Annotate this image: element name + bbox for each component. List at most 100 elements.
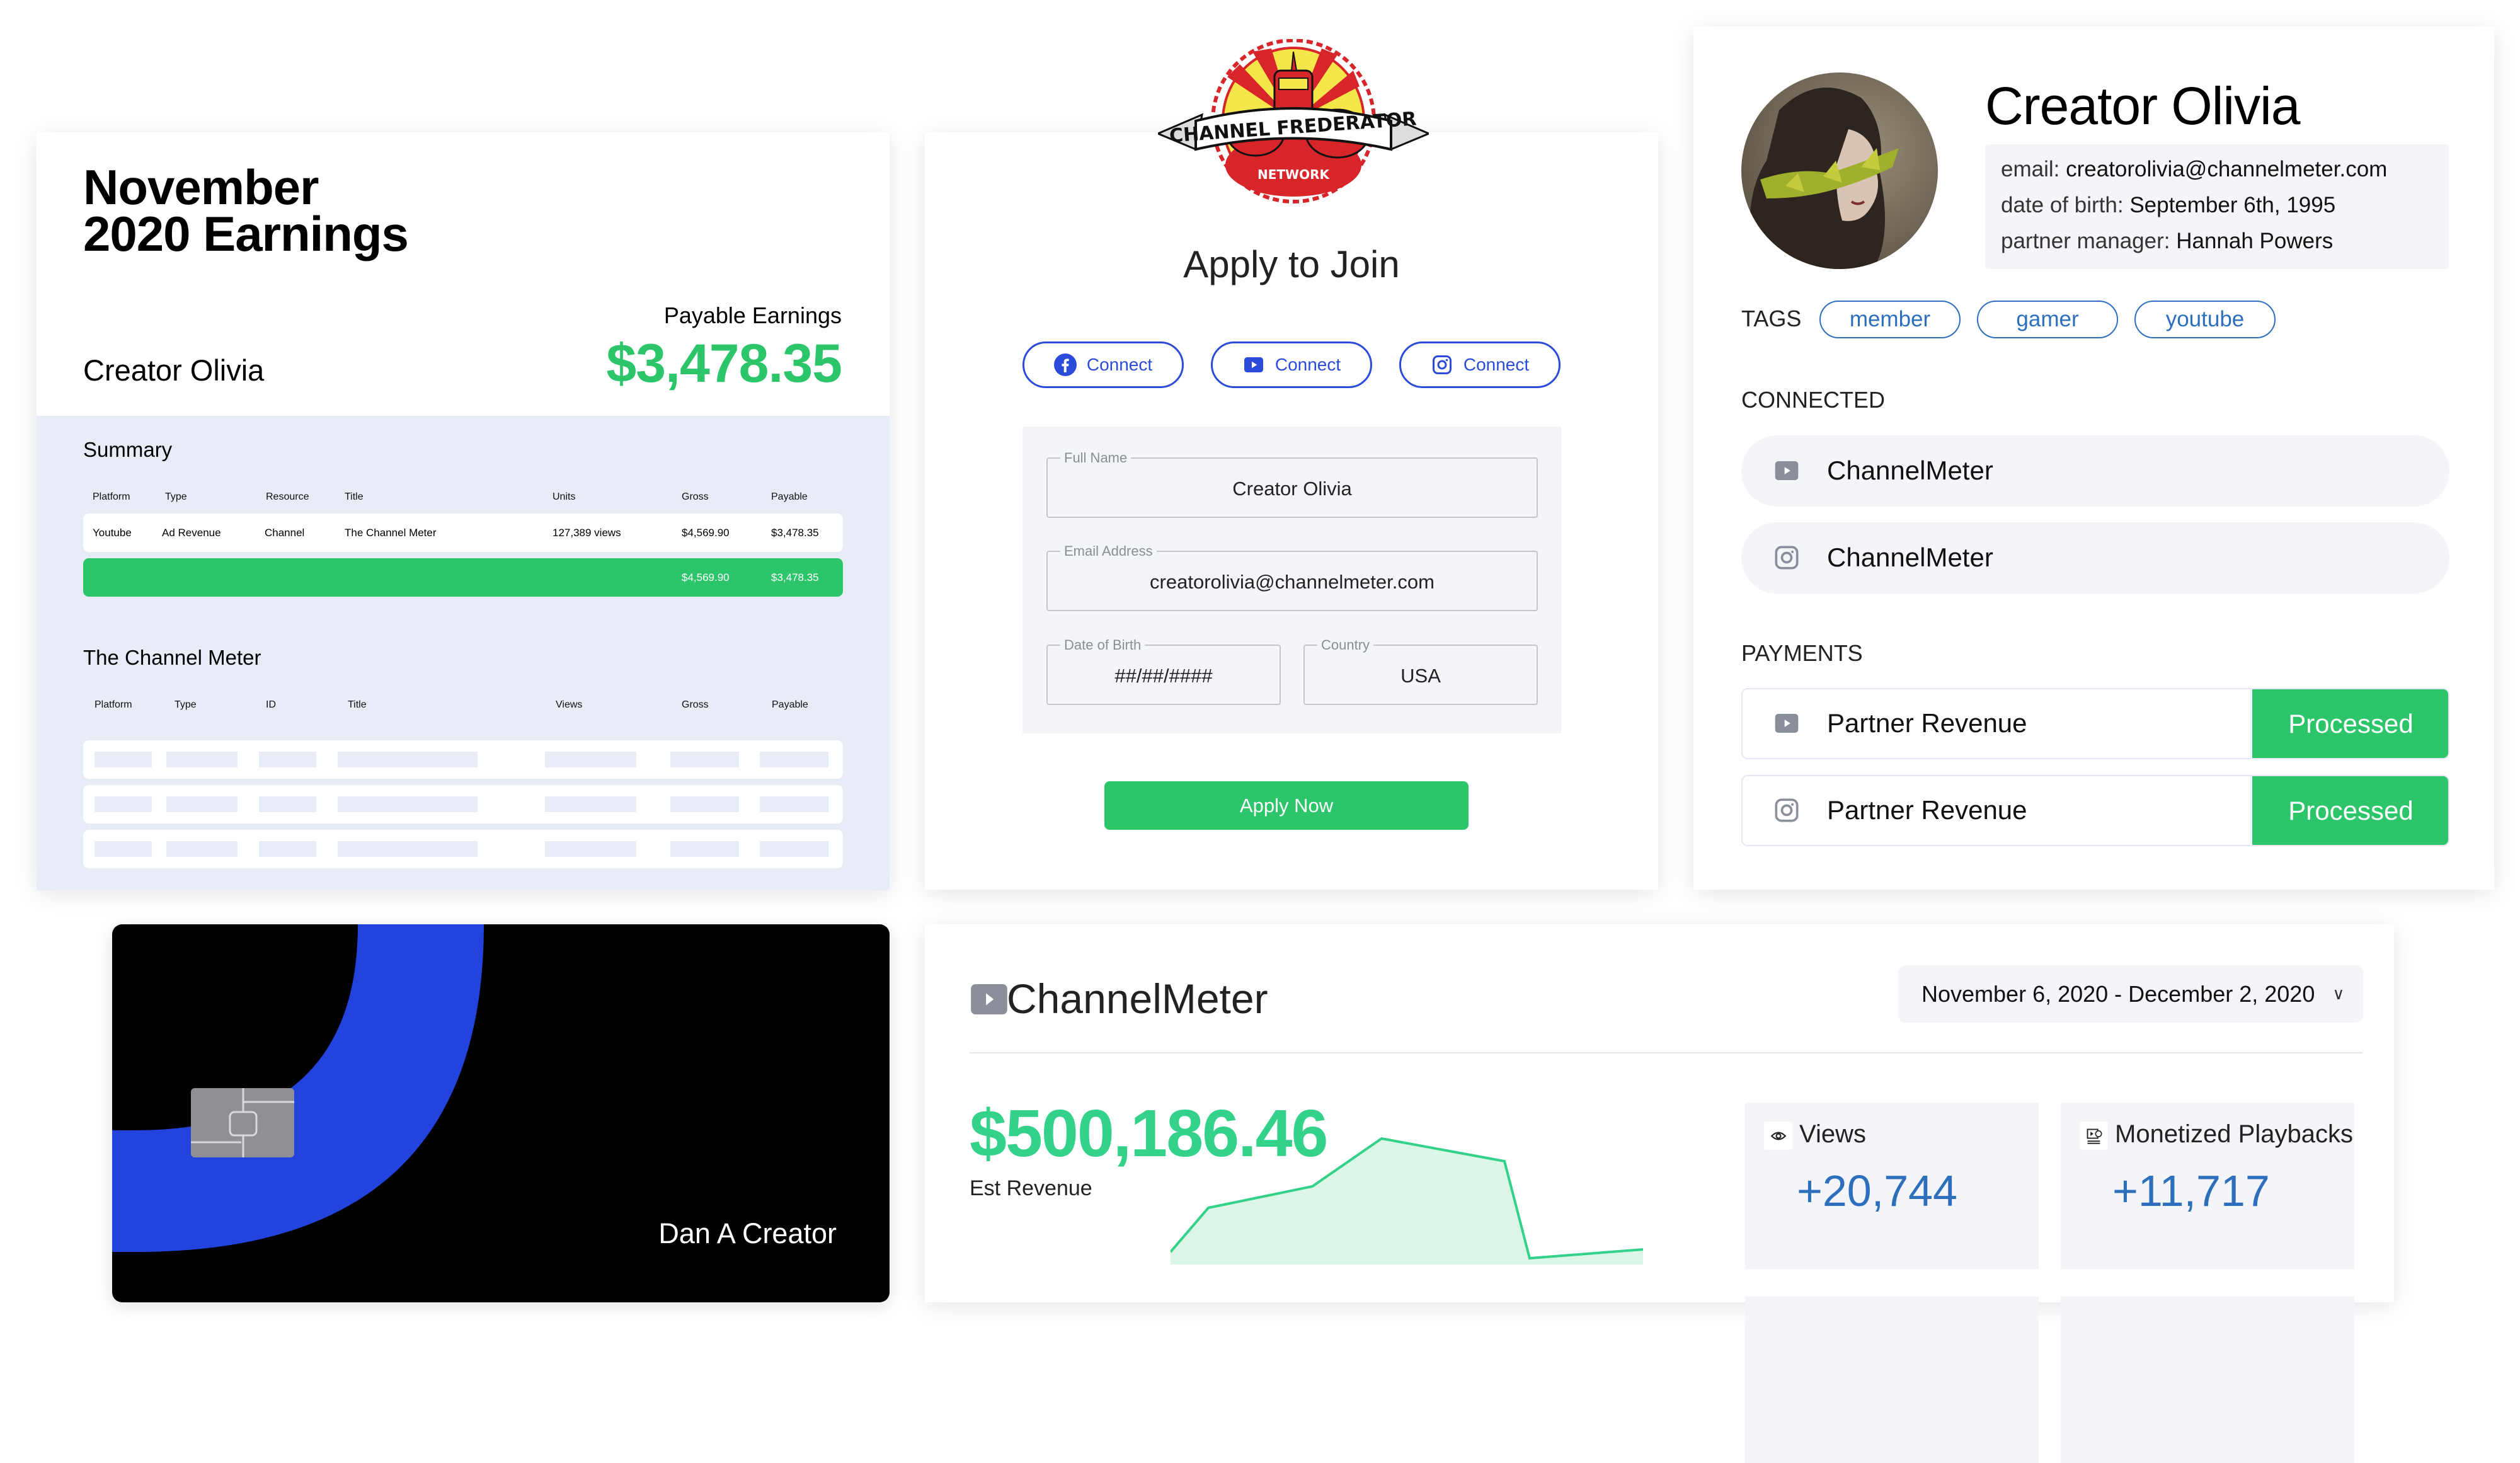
profile-info-box: email: creatorolivia@channelmeter.com da…	[1985, 144, 2449, 269]
tag-gamer[interactable]: gamer	[1977, 301, 2118, 338]
channel-table-row[interactable]	[83, 785, 843, 823]
eye-icon	[1764, 1122, 1792, 1150]
channel-column-header: Payable	[772, 699, 808, 710]
apply-heading: Apply to Join	[1183, 243, 1400, 285]
stat-value: +20,744	[1797, 1166, 1957, 1215]
loading-placeholder	[94, 752, 152, 767]
profile-email-label: email:	[2001, 157, 2060, 181]
profile-dob: September 6th, 1995	[2129, 193, 2336, 217]
connected-account-youtube[interactable]: ChannelMeter	[1741, 435, 2449, 507]
channelmeter-analytics-card: ChannelMeter November 6, 2020 - December…	[925, 924, 2394, 1463]
payment-name: Partner Revenue	[1827, 708, 2027, 738]
email-value: creatorolivia@channelmeter.com	[1150, 571, 1435, 593]
summary-column-header: Type	[165, 491, 187, 502]
tag-member[interactable]: member	[1819, 301, 1961, 338]
profile-manager-line: partner manager: Hannah Powers	[2001, 229, 2333, 254]
payment-row-youtube[interactable]: Partner Revenue Processed	[1741, 688, 2449, 759]
channel-title: ChannelMeter	[1007, 975, 1268, 1022]
full-name-field[interactable]: Full Name Creator Olivia	[1046, 450, 1538, 518]
chevron-down-icon: ∨	[2332, 984, 2345, 1003]
stat-card-4	[2061, 1297, 2354, 1463]
loading-placeholder	[545, 841, 636, 857]
loading-placeholder	[760, 841, 828, 857]
creator-name: Creator Olivia	[83, 353, 265, 387]
connected-account-name: ChannelMeter	[1827, 542, 1993, 572]
payment-status-badge: Processed	[2252, 689, 2448, 758]
connect-instagram-label: Connect	[1463, 355, 1530, 374]
loading-placeholder	[760, 796, 828, 812]
country-value: USA	[1400, 665, 1441, 687]
date-of-birth-field[interactable]: Date of Birth ##/##/####	[1046, 637, 1281, 705]
channel-column-header: ID	[266, 699, 276, 710]
earnings-title-line2: 2020 Earnings	[83, 206, 409, 261]
channel-table-row[interactable]	[83, 830, 843, 868]
connect-facebook-label: Connect	[1086, 355, 1153, 374]
stat-card-3	[1745, 1297, 2039, 1463]
channel-frederator-logo: CHANNEL FREDERATOR NETWORK	[1158, 39, 1429, 204]
country-label: Country	[1317, 637, 1374, 653]
instagram-icon	[1432, 355, 1452, 374]
profile-email: creatorolivia@channelmeter.com	[2066, 157, 2388, 181]
summary-row[interactable]: Youtube Ad Revenue Channel The Channel Mete…	[83, 513, 843, 552]
date-of-birth-label: Date of Birth	[1060, 637, 1145, 653]
payment-status-badge: Processed	[2252, 776, 2448, 845]
channel-table-row[interactable]	[83, 740, 843, 779]
date-range-dropdown[interactable]: November 6, 2020 - December 2, 2020 ∨	[1898, 965, 2363, 1023]
payments-label: PAYMENTS	[1741, 640, 1863, 666]
payment-row-instagram[interactable]: Partner Revenue Processed	[1741, 775, 2449, 846]
summary-cell: Ad Revenue	[162, 527, 221, 539]
summary-column-header: Gross	[682, 491, 709, 502]
stat-value: +11,717	[2112, 1166, 2270, 1215]
youtube-icon	[1775, 461, 1799, 480]
loading-placeholder	[166, 796, 238, 812]
loading-placeholder	[166, 752, 238, 767]
payable-earnings-value: $3,478.35	[606, 333, 842, 394]
youtube-icon	[1244, 357, 1263, 372]
loading-placeholder	[166, 841, 238, 857]
avatar	[1741, 72, 1938, 269]
earnings-title: November 2020 Earnings	[83, 163, 409, 258]
loading-placeholder	[94, 841, 152, 857]
loading-placeholder	[670, 841, 739, 857]
profile-name: Creator Olivia	[1985, 76, 2300, 135]
loading-placeholder	[670, 752, 739, 767]
channel-column-header: Views	[556, 699, 583, 710]
revenue-area-chart	[1171, 1137, 1643, 1265]
email-field[interactable]: Email Address creatorolivia@channelmeter…	[1046, 543, 1538, 611]
logo-network-text: NETWORK	[1257, 167, 1331, 182]
loading-placeholder	[259, 796, 316, 812]
country-field[interactable]: Country USA	[1303, 637, 1538, 705]
loading-placeholder	[338, 796, 478, 812]
profile-card: Creator Olivia email: creatorolivia@chan…	[1693, 26, 2494, 890]
loading-placeholder	[670, 796, 739, 812]
summary-cell: $3,478.35	[771, 527, 819, 539]
summary-column-header: Units	[553, 491, 576, 502]
tag-youtube[interactable]: youtube	[2134, 301, 2276, 338]
summary-cell: Youtube	[93, 527, 132, 539]
channel-column-header: Title	[348, 699, 367, 710]
header-divider	[970, 1052, 2362, 1053]
payment-card: Dan A Creator	[112, 924, 890, 1302]
apply-now-button[interactable]: Apply Now	[1104, 781, 1469, 830]
summary-title: Summary	[83, 438, 173, 461]
connected-account-instagram[interactable]: ChannelMeter	[1741, 522, 2449, 594]
card-holder-name: Dan A Creator	[658, 1217, 837, 1249]
est-revenue-label: Est Revenue	[970, 1176, 1092, 1200]
apply-card: Apply to Join Connect Connect Connect Fu…	[925, 132, 1658, 890]
channel-column-header: Gross	[682, 699, 709, 710]
earnings-details: Summary Platform Type Resource Title Units Gr…	[37, 416, 890, 890]
channel-table-title: The Channel Meter	[83, 646, 261, 669]
profile-dob-line: date of birth: September 6th, 1995	[2001, 193, 2335, 218]
stat-views: Views +20,744	[1745, 1103, 2039, 1269]
profile-dob-label: date of birth:	[2001, 193, 2124, 217]
loading-placeholder	[259, 841, 316, 857]
connect-instagram-button[interactable]: Connect	[1399, 341, 1561, 388]
earnings-header: November 2020 Earnings Creator Olivia Pa…	[37, 132, 890, 416]
loading-placeholder	[338, 841, 478, 857]
connect-youtube-button[interactable]: Connect	[1211, 341, 1372, 388]
connected-account-name: ChannelMeter	[1827, 456, 1993, 485]
profile-manager: Hannah Powers	[2176, 229, 2334, 253]
connect-facebook-button[interactable]: Connect	[1022, 341, 1184, 388]
summary-total-row: $4,569.90 $3,478.35	[83, 558, 843, 597]
avatar-photo	[1741, 72, 1938, 269]
